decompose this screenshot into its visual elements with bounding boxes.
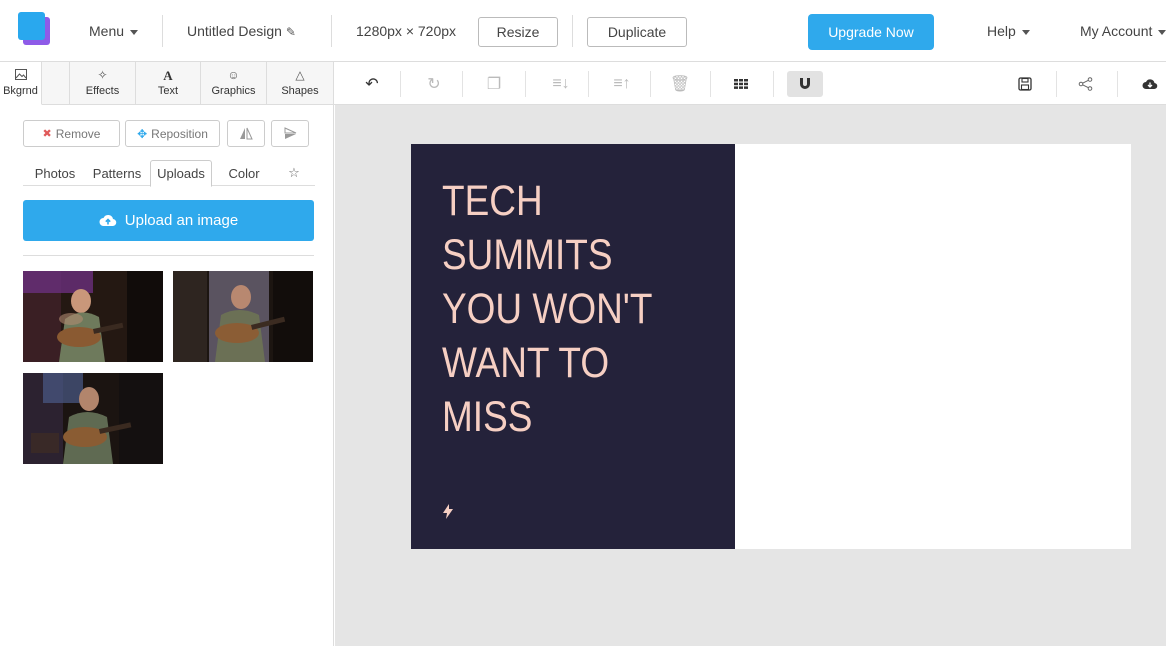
tab-text-label: Text — [157, 85, 179, 97]
account-label: My Account — [1080, 23, 1153, 39]
chevron-down-icon — [1158, 29, 1166, 35]
share-icon[interactable] — [1071, 72, 1099, 96]
headline-line: SUMMITS — [442, 231, 613, 279]
app-logo[interactable] — [18, 12, 50, 46]
trash-icon[interactable]: 🗑 — [666, 72, 694, 96]
headline-line: WANT TO — [442, 339, 610, 387]
magic-wand-icon: ✧ — [97, 68, 108, 82]
subtab-photos[interactable]: Photos — [27, 160, 83, 186]
flip-vertical-button[interactable] — [271, 120, 309, 147]
tab-text[interactable]: A Text — [136, 62, 201, 105]
tab-effects-label: Effects — [85, 85, 120, 97]
tab-graphics[interactable]: ☺ Graphics — [201, 62, 267, 105]
design-dimensions: 1280px × 720px — [356, 23, 457, 39]
remove-label: Remove — [55, 126, 101, 141]
text-icon: A — [163, 68, 173, 83]
grid-icon[interactable] — [727, 72, 755, 96]
canvas-area[interactable]: TECH SUMMITS YOU WON'T WANT TO MISS — [335, 105, 1166, 646]
lightning-bolt-icon[interactable] — [443, 504, 453, 524]
subtab-uploads[interactable]: Uploads — [150, 160, 212, 187]
help-dropdown[interactable]: Help — [987, 23, 1030, 39]
reposition-label: Reposition — [151, 126, 208, 141]
upload-image-label: Upload an image — [124, 212, 239, 229]
duplicate-button[interactable]: Duplicate — [587, 17, 687, 47]
headline-text[interactable]: TECH SUMMITS YOU WON'T WANT TO MISS — [442, 174, 683, 444]
redo-icon[interactable]: ↻ — [420, 72, 448, 96]
headline-line: MISS — [442, 393, 533, 441]
tab-shapes[interactable]: △ Shapes — [267, 62, 334, 105]
background-panel: ✖ Remove ✥ Reposition Photos Patterns Up… — [0, 105, 334, 646]
subtab-color[interactable]: Color — [219, 160, 269, 186]
tool-row: Bkgrnd ✧ Effects A Text ☺ Graphics △ Sha… — [0, 62, 1166, 105]
image-icon — [14, 69, 27, 83]
upload-image-button[interactable]: Upload an image — [23, 200, 314, 241]
resize-button[interactable]: Resize — [478, 17, 558, 47]
flip-horizontal-icon — [240, 127, 253, 140]
menu-label: Menu — [89, 23, 125, 39]
chevron-down-icon — [130, 29, 139, 35]
star-icon[interactable]: ☆ — [281, 160, 307, 186]
uploaded-image-thumbnail[interactable] — [23, 271, 163, 362]
uploaded-image-thumbnail[interactable] — [173, 271, 313, 362]
move-icon: ✥ — [137, 126, 148, 141]
account-dropdown[interactable]: My Account — [1080, 23, 1166, 39]
uploaded-image-thumbnail[interactable] — [23, 373, 163, 464]
upgrade-button[interactable]: Upgrade Now — [808, 14, 934, 50]
cloud-upload-icon — [99, 214, 117, 227]
reposition-button[interactable]: ✥ Reposition — [125, 120, 220, 147]
layer-down-icon[interactable]: ≡↓ — [543, 72, 579, 96]
tab-effects[interactable]: ✧ Effects — [70, 62, 136, 105]
remove-button[interactable]: ✖ Remove — [23, 120, 120, 147]
tab-background-label: Bkgrnd — [3, 85, 38, 97]
headline-line: YOU WON'T — [442, 285, 653, 333]
subtab-patterns[interactable]: Patterns — [89, 160, 145, 186]
triangle-icon: △ — [295, 68, 305, 82]
tab-background[interactable]: Bkgrnd — [0, 62, 42, 105]
save-icon[interactable] — [1011, 72, 1039, 96]
chevron-down-icon — [1021, 29, 1030, 35]
background-subtabs: Photos Patterns Uploads Color ☆ — [23, 160, 315, 187]
menu-dropdown[interactable]: Menu — [89, 23, 139, 39]
headline-line: TECH — [442, 177, 543, 225]
top-bar: Menu Untitled Design ✎ 1280px × 720px Re… — [0, 0, 1166, 62]
tab-graphics-label: Graphics — [211, 85, 256, 97]
flip-horizontal-button[interactable] — [227, 120, 265, 147]
copy-icon[interactable]: ❐ — [480, 72, 508, 96]
magnet-icon[interactable] — [787, 71, 823, 97]
tab-shapes-label: Shapes — [281, 85, 319, 97]
design-title-text: Untitled Design — [187, 23, 282, 39]
dark-panel[interactable]: TECH SUMMITS YOU WON'T WANT TO MISS — [411, 144, 735, 549]
smiley-icon: ☺ — [227, 68, 240, 82]
design-canvas[interactable]: TECH SUMMITS YOU WON'T WANT TO MISS — [411, 144, 1131, 549]
cloud-download-icon[interactable] — [1136, 72, 1164, 96]
pencil-icon: ✎ — [285, 25, 296, 39]
flip-vertical-icon — [284, 127, 296, 139]
help-label: Help — [987, 23, 1016, 39]
undo-icon[interactable]: ↶ — [358, 72, 386, 96]
remove-icon: ✖ — [42, 128, 52, 140]
design-title[interactable]: Untitled Design ✎ — [187, 23, 296, 39]
layer-up-icon[interactable]: ≡↑ — [604, 72, 640, 96]
